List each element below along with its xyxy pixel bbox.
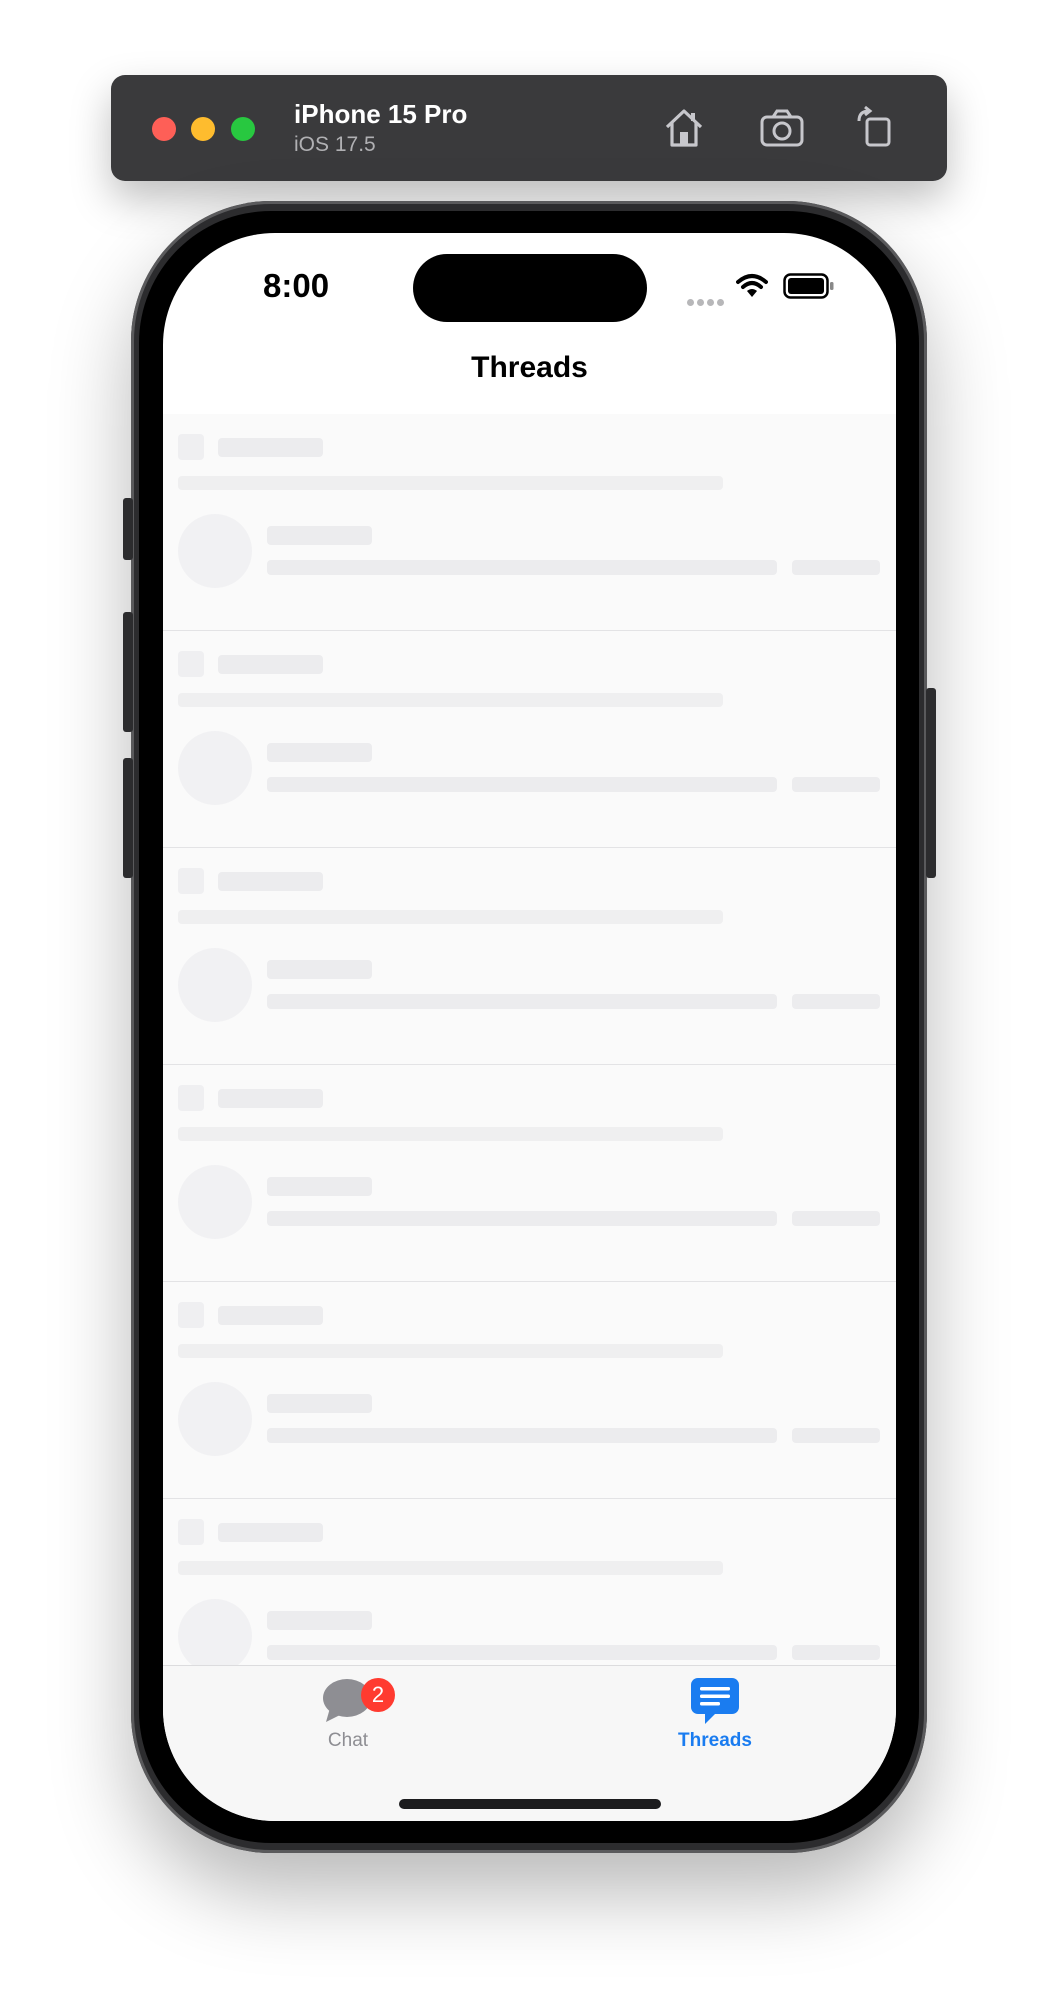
skeleton-channel-name <box>218 1089 323 1108</box>
skeleton-channel-icon <box>178 868 204 894</box>
skeleton-parent-message <box>178 693 723 707</box>
status-time: 8:00 <box>263 267 330 304</box>
skeleton-reply-text <box>267 560 777 575</box>
skeleton-channel-name <box>218 872 323 891</box>
skeleton-channel-name <box>218 655 323 674</box>
screenshot-icon[interactable] <box>759 105 805 151</box>
skeleton-channel-name <box>218 1306 323 1325</box>
thread-skeleton-row <box>163 414 896 631</box>
skeleton-timestamp <box>792 560 880 575</box>
skeleton-user-name <box>267 1394 372 1413</box>
battery-icon <box>783 273 834 299</box>
skeleton-reply-text <box>267 994 777 1009</box>
skeleton-avatar <box>178 731 252 805</box>
volume-down-button <box>123 758 133 878</box>
skeleton-channel-icon <box>178 1085 204 1111</box>
unread-badge: 2 <box>361 1678 395 1712</box>
simulator-toolbar: iPhone 15 Pro iOS 17.5 <box>111 75 947 181</box>
skeleton-channel-icon <box>178 1302 204 1328</box>
home-indicator[interactable] <box>399 1799 661 1809</box>
skeleton-timestamp <box>792 1428 880 1443</box>
skeleton-channel-name <box>218 438 323 457</box>
skeleton-parent-message <box>178 1561 723 1575</box>
home-icon[interactable] <box>661 105 707 151</box>
tab-chat[interactable]: 2 Chat <box>288 1676 408 1766</box>
skeleton-parent-message <box>178 1127 723 1141</box>
cellular-signal-icon <box>687 293 727 311</box>
power-button <box>926 688 936 878</box>
skeleton-channel-icon <box>178 1519 204 1545</box>
skeleton-user-name <box>267 1611 372 1630</box>
zoom-window-button[interactable] <box>231 117 255 141</box>
skeleton-timestamp <box>792 994 880 1009</box>
threads-icon <box>691 1678 739 1724</box>
thread-skeleton-row <box>163 848 896 1065</box>
wifi-icon <box>736 274 768 297</box>
skeleton-avatar <box>178 514 252 588</box>
skeleton-reply-text <box>267 777 777 792</box>
skeleton-avatar <box>178 1165 252 1239</box>
tab-chat-label: Chat <box>327 1730 369 1751</box>
os-version: iOS 17.5 <box>294 133 376 156</box>
skeleton-reply-text <box>267 1211 777 1226</box>
minimize-window-button[interactable] <box>191 117 215 141</box>
phone-screen: 8:00 Threads 2 Chat Threads <box>163 233 896 1821</box>
skeleton-user-name <box>267 526 372 545</box>
rotate-icon[interactable] <box>853 105 899 151</box>
skeleton-timestamp <box>792 1645 880 1660</box>
skeleton-parent-message <box>178 910 723 924</box>
page-title: Threads <box>471 351 588 384</box>
volume-up-button <box>123 612 133 732</box>
threads-list[interactable] <box>163 414 896 1666</box>
skeleton-user-name <box>267 1177 372 1196</box>
skeleton-reply-text <box>267 1645 777 1660</box>
skeleton-channel-icon <box>178 434 204 460</box>
action-button <box>123 498 133 560</box>
skeleton-timestamp <box>792 777 880 792</box>
skeleton-channel-icon <box>178 651 204 677</box>
device-name: iPhone 15 Pro <box>294 99 468 129</box>
skeleton-parent-message <box>178 476 723 490</box>
tab-bar: 2 Chat Threads <box>163 1665 896 1821</box>
thread-skeleton-row <box>163 1065 896 1282</box>
thread-skeleton-row <box>163 1282 896 1499</box>
skeleton-reply-text <box>267 1428 777 1443</box>
skeleton-channel-name <box>218 1523 323 1542</box>
skeleton-user-name <box>267 743 372 762</box>
tab-threads-label: Threads <box>678 1730 752 1751</box>
tab-threads[interactable]: Threads <box>655 1676 775 1766</box>
skeleton-avatar <box>178 948 252 1022</box>
skeleton-avatar <box>178 1382 252 1456</box>
close-window-button[interactable] <box>152 117 176 141</box>
thread-skeleton-row <box>163 1499 896 1666</box>
dynamic-island <box>413 254 647 322</box>
skeleton-user-name <box>267 960 372 979</box>
skeleton-timestamp <box>792 1211 880 1226</box>
skeleton-parent-message <box>178 1344 723 1358</box>
thread-skeleton-row <box>163 631 896 848</box>
skeleton-avatar <box>178 1599 252 1666</box>
